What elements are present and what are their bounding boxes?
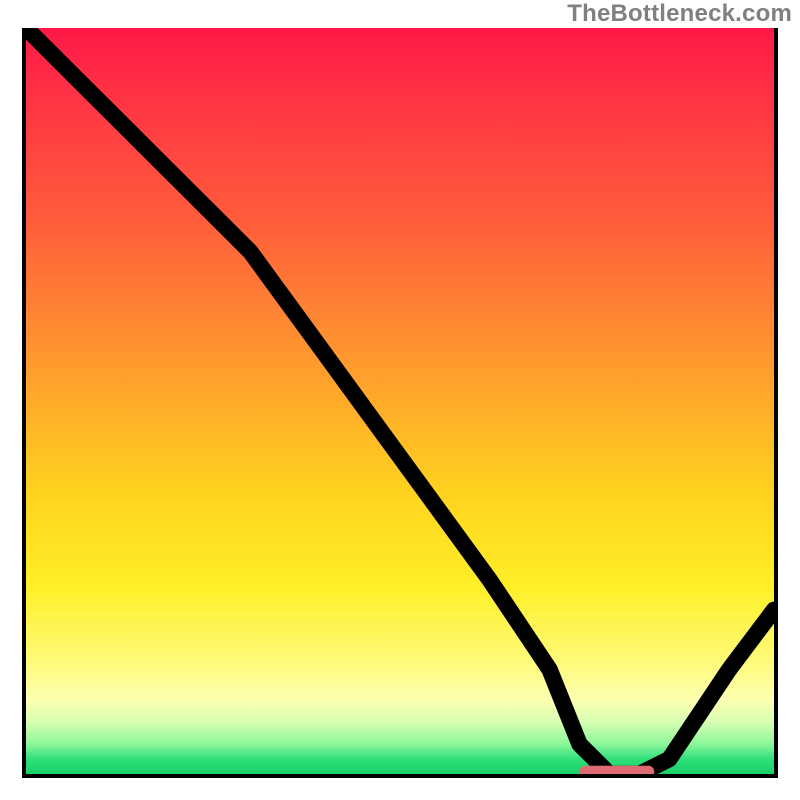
bottleneck-curve <box>26 28 774 774</box>
attribution-text: TheBottleneck.com <box>567 0 792 28</box>
line-chart-svg <box>26 28 774 774</box>
plot-area <box>22 28 778 778</box>
marker-rect <box>580 766 655 774</box>
chart-stage: TheBottleneck.com <box>0 0 800 800</box>
